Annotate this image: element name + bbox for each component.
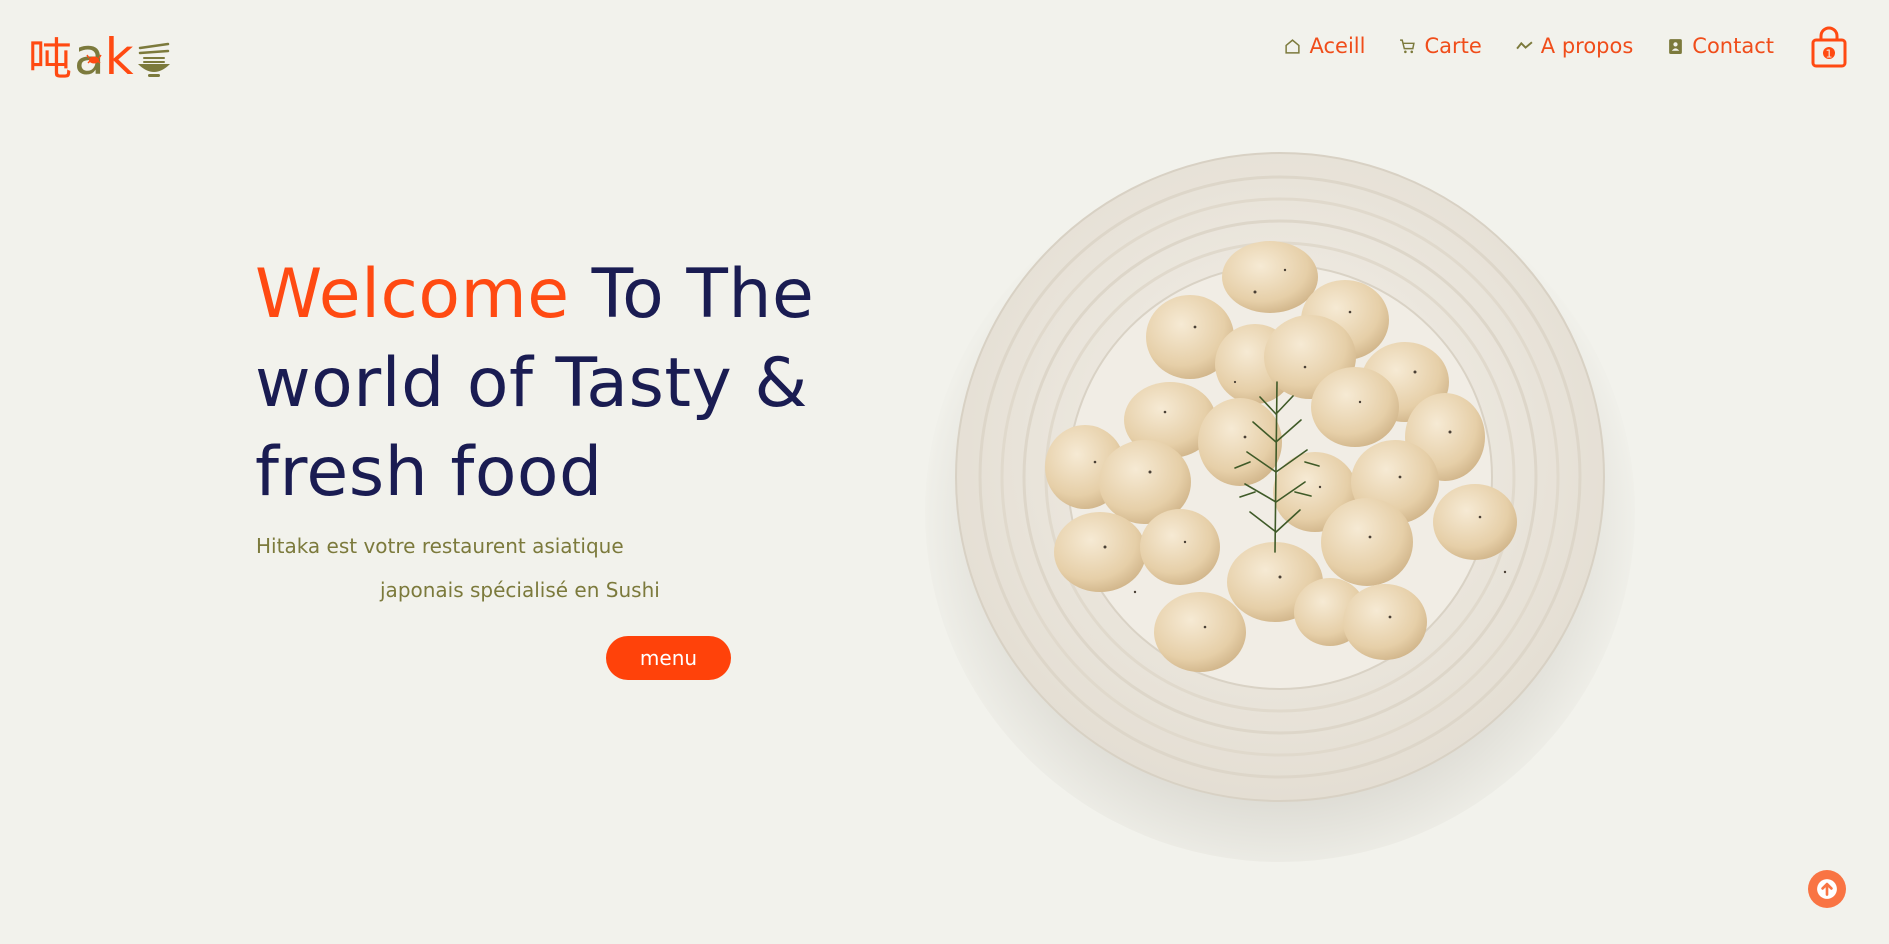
- logo-letter-a: a: [74, 32, 105, 82]
- logo-letter-k: k: [104, 28, 134, 86]
- nav-item-contact[interactable]: Contact: [1667, 34, 1774, 58]
- crab-icon: [86, 54, 102, 64]
- hero-description-line-2: japonais spécialisé en Sushi: [380, 578, 660, 602]
- arrow-up-icon: [1817, 879, 1837, 899]
- menu-button[interactable]: menu: [606, 636, 731, 680]
- brand-logo[interactable]: 吨 a k: [28, 20, 172, 82]
- hero-title-accent: Welcome: [255, 255, 570, 334]
- nav-item-apropos[interactable]: A propos: [1516, 34, 1634, 58]
- chart-line-icon: [1516, 41, 1533, 49]
- main-nav: Aceill Carte A propos Contact: [1284, 34, 1774, 58]
- contact-card-icon: [1669, 38, 1683, 54]
- dumpling-plate-image: [925, 152, 1635, 862]
- plate-illustration: [955, 152, 1605, 802]
- nav-item-label: Aceill: [1309, 34, 1366, 58]
- logo-character: 吨: [28, 34, 72, 85]
- nav-item-label: A propos: [1540, 34, 1634, 58]
- shopping-bag-icon: 1: [1811, 26, 1847, 68]
- noodle-bowl-icon: [137, 42, 170, 77]
- hero-description-line-1: Hitaka est votre restaurent asiatique: [256, 534, 624, 558]
- cart-count: 1: [1826, 48, 1833, 61]
- scroll-to-top-button[interactable]: [1808, 870, 1846, 908]
- hero-title: Welcome To The world of Tasty & fresh fo…: [255, 250, 875, 517]
- cart-button[interactable]: 1: [1810, 26, 1848, 68]
- nav-item-label: Carte: [1424, 34, 1482, 58]
- cart-icon: [1400, 38, 1416, 53]
- nav-item-label: Contact: [1692, 34, 1774, 58]
- nav-item-home[interactable]: Aceill: [1284, 34, 1365, 58]
- home-icon: [1285, 38, 1301, 54]
- nav-item-carte[interactable]: Carte: [1399, 34, 1482, 58]
